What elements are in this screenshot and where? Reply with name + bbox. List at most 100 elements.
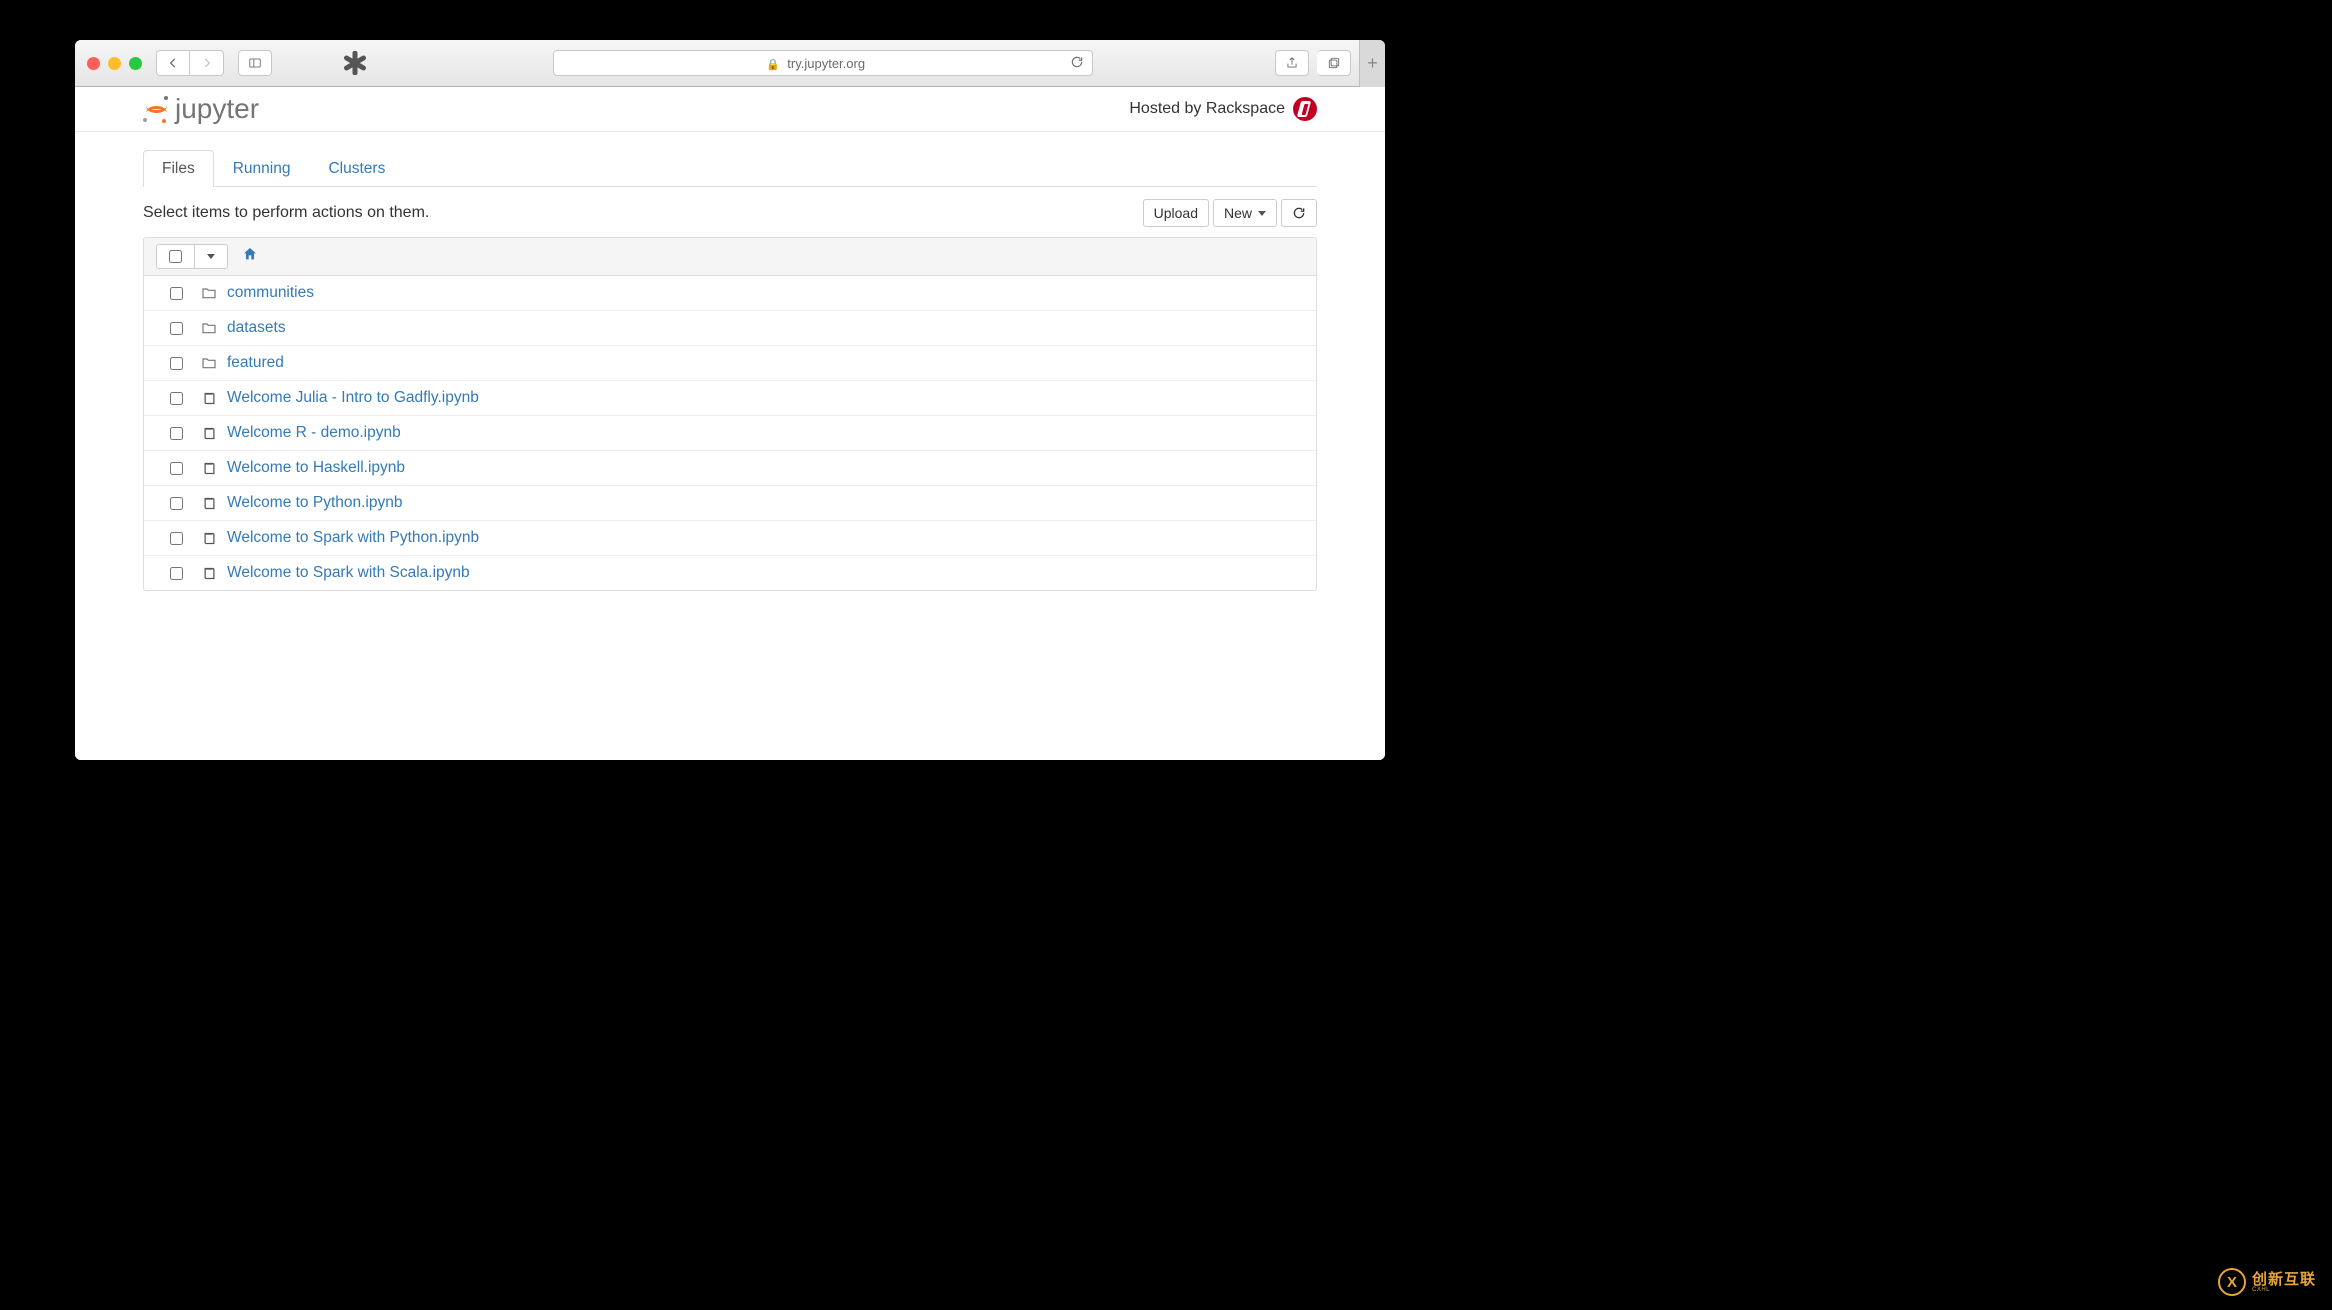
extension-icon[interactable] — [340, 48, 370, 78]
notebook-icon — [202, 391, 217, 406]
share-icon — [1285, 56, 1299, 70]
back-button[interactable] — [156, 50, 190, 76]
row-link[interactable]: Welcome to Haskell.ipynb — [227, 459, 405, 477]
hosting-text: Hosted by Rackspace — [1129, 100, 1285, 118]
refresh-button[interactable] — [1281, 199, 1317, 227]
nav-buttons — [156, 50, 224, 76]
row-type-icon — [201, 426, 217, 441]
watermark-cn: 创新互联 — [2252, 1272, 2316, 1287]
tab-clusters[interactable]: Clusters — [309, 150, 404, 187]
url-value: try.jupyter.org — [787, 56, 865, 71]
upload-button[interactable]: Upload — [1143, 199, 1209, 227]
action-hint: Select items to perform actions on them. — [143, 204, 429, 222]
watermark-icon: X — [2218, 1268, 2246, 1296]
row-checkbox[interactable] — [170, 392, 183, 405]
notebook-icon — [202, 426, 217, 441]
list-item: Welcome to Spark with Python.ipynb — [144, 520, 1316, 555]
asterisk-icon — [343, 51, 367, 75]
list-item: featured — [144, 345, 1316, 380]
tab-files[interactable]: Files — [143, 150, 214, 187]
breadcrumb-home[interactable] — [242, 246, 258, 267]
hosting-label: Hosted by Rackspace — [1129, 97, 1317, 121]
tabs-icon — [1327, 56, 1341, 70]
row-type-icon — [201, 320, 217, 336]
row-type-icon — [201, 566, 217, 581]
browser-toolbar: 🔒 try.jupyter.org — [75, 40, 1385, 87]
row-checkbox[interactable] — [170, 287, 183, 300]
row-type-icon — [201, 355, 217, 371]
jupyter-logo-text: jupyter — [175, 93, 259, 125]
lock-icon: 🔒 — [766, 59, 780, 71]
row-checkbox[interactable] — [170, 497, 183, 510]
row-type-icon — [201, 391, 217, 406]
list-item: Welcome to Python.ipynb — [144, 485, 1316, 520]
page-content: jupyter Hosted by Rackspace Files Runnin… — [75, 87, 1385, 760]
address-bar[interactable]: 🔒 try.jupyter.org — [553, 50, 1093, 76]
plus-icon: + — [1367, 53, 1378, 74]
row-link[interactable]: Welcome Julia - Intro to Gadfly.ipynb — [227, 389, 479, 407]
row-type-icon — [201, 496, 217, 511]
main-tabs: Files Running Clusters — [143, 150, 1317, 187]
select-all-checkbox-wrap[interactable] — [157, 245, 194, 268]
row-checkbox[interactable] — [170, 532, 183, 545]
row-type-icon — [201, 461, 217, 476]
forward-button[interactable] — [190, 50, 224, 76]
refresh-icon — [1292, 206, 1306, 220]
minimize-window-button[interactable] — [108, 57, 121, 70]
folder-icon — [201, 320, 217, 336]
new-button[interactable]: New — [1213, 199, 1277, 227]
row-link[interactable]: Welcome to Spark with Scala.ipynb — [227, 564, 470, 582]
home-icon — [242, 246, 258, 262]
address-bar-wrap: 🔒 try.jupyter.org — [378, 50, 1267, 76]
new-button-label: New — [1224, 205, 1252, 221]
row-checkbox[interactable] — [170, 462, 183, 475]
select-all-checkbox[interactable] — [169, 250, 182, 263]
new-tab-button[interactable]: + — [1359, 40, 1385, 87]
chevron-right-icon — [200, 56, 214, 70]
notebook-icon — [202, 531, 217, 546]
row-type-icon — [201, 531, 217, 546]
row-link[interactable]: Welcome R - demo.ipynb — [227, 424, 401, 442]
select-all-combo — [156, 244, 228, 269]
rackspace-logo-icon[interactable] — [1293, 97, 1317, 121]
row-checkbox[interactable] — [170, 322, 183, 335]
toolbar-buttons: Upload New — [1143, 199, 1317, 227]
row-link[interactable]: featured — [227, 354, 284, 372]
chevron-left-icon — [166, 56, 180, 70]
chevron-down-icon — [1258, 211, 1266, 216]
share-button[interactable] — [1275, 50, 1309, 76]
row-link[interactable]: Welcome to Spark with Python.ipynb — [227, 529, 479, 547]
row-checkbox[interactable] — [170, 357, 183, 370]
row-link[interactable]: datasets — [227, 319, 286, 337]
url-text: 🔒 try.jupyter.org — [562, 56, 1070, 71]
row-link[interactable]: Welcome to Python.ipynb — [227, 494, 402, 512]
jupyter-logo-icon — [143, 96, 170, 123]
notebook-icon — [202, 461, 217, 476]
page-header: jupyter Hosted by Rackspace — [75, 87, 1385, 132]
list-item: Welcome to Spark with Scala.ipynb — [144, 555, 1316, 590]
watermark: X 创新互联 CXHL — [2218, 1268, 2316, 1296]
folder-icon — [201, 355, 217, 371]
list-item: Welcome to Haskell.ipynb — [144, 450, 1316, 485]
traffic-lights — [87, 57, 142, 70]
reload-button[interactable] — [1070, 55, 1084, 72]
sidebar-icon — [248, 56, 262, 70]
close-window-button[interactable] — [87, 57, 100, 70]
tab-running[interactable]: Running — [214, 150, 310, 187]
file-list: communities datasets featured Welcome Julia… — [143, 237, 1317, 591]
list-item: communities — [144, 276, 1316, 310]
row-link[interactable]: communities — [227, 284, 314, 302]
row-checkbox[interactable] — [170, 427, 183, 440]
select-all-dropdown[interactable] — [194, 245, 227, 268]
jupyter-logo[interactable]: jupyter — [143, 93, 259, 125]
tabs-button[interactable] — [1317, 50, 1351, 76]
sidebar-toggle-button[interactable] — [238, 50, 272, 76]
folder-icon — [201, 285, 217, 301]
zoom-window-button[interactable] — [129, 57, 142, 70]
notebook-icon — [202, 496, 217, 511]
list-item: Welcome Julia - Intro to Gadfly.ipynb — [144, 380, 1316, 415]
list-item: datasets — [144, 310, 1316, 345]
list-item: Welcome R - demo.ipynb — [144, 415, 1316, 450]
chevron-down-icon — [207, 254, 215, 259]
row-checkbox[interactable] — [170, 567, 183, 580]
